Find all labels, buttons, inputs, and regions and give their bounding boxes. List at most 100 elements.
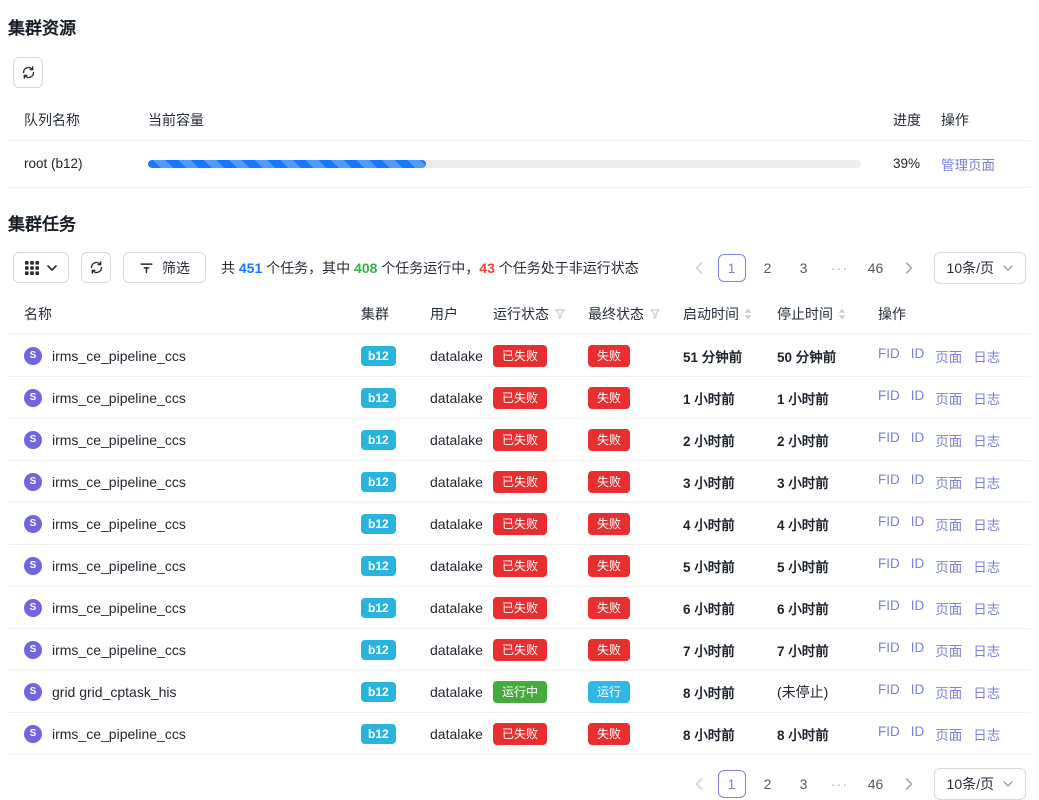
action-link-页面[interactable]: 页面 — [935, 472, 962, 492]
run-status-badge: 已失败 — [493, 639, 547, 661]
action-link-日志[interactable]: 日志 — [973, 472, 1000, 492]
filter-button[interactable]: 筛选 — [123, 252, 206, 283]
action-link-日志[interactable]: 日志 — [973, 556, 1000, 576]
cluster-badge: b12 — [361, 640, 396, 660]
start-time: 6 小时前 — [667, 587, 761, 629]
pagination-page-1[interactable]: 1 — [718, 770, 746, 798]
tasks-table: 名称 集群 用户 运行状态 最终状态 — [8, 295, 1031, 756]
action-link-页面[interactable]: 页面 — [935, 556, 962, 576]
action-link-日志[interactable]: 日志 — [973, 598, 1000, 618]
action-link-日志[interactable]: 日志 — [973, 514, 1000, 534]
action-link-页面[interactable]: 页面 — [935, 598, 962, 618]
pagination-page-46[interactable]: 46 — [862, 770, 890, 798]
stop-time: 5 小时前 — [761, 545, 862, 587]
action-link-页面[interactable]: 页面 — [935, 724, 962, 744]
table-row: S irms_ce_pipeline_ccs b12 datalake 已失败 … — [8, 545, 1031, 587]
row-actions: FID ID 页面日志 — [878, 640, 1027, 660]
action-link-页面[interactable]: 页面 — [935, 430, 962, 450]
action-link-fid[interactable]: FID — [878, 556, 900, 576]
action-link-fid[interactable]: FID — [878, 682, 900, 702]
action-link-id[interactable]: ID — [911, 388, 925, 408]
action-link-页面[interactable]: 页面 — [935, 514, 962, 534]
stop-time: 8 小时前 — [761, 713, 862, 755]
table-row: S irms_ce_pipeline_ccs b12 datalake 已失败 … — [8, 713, 1031, 755]
pagination-ellipsis: ··· — [826, 254, 854, 282]
table-row: S irms_ce_pipeline_ccs b12 datalake 已失败 … — [8, 587, 1031, 629]
action-link-页面[interactable]: 页面 — [935, 346, 962, 366]
stop-time: 6 小时前 — [761, 587, 862, 629]
action-link-fid[interactable]: FID — [878, 346, 900, 366]
task-name: irms_ce_pipeline_ccs — [52, 516, 186, 532]
pagination-page-46[interactable]: 46 — [862, 254, 890, 282]
avatar: S — [24, 557, 42, 575]
row-actions: FID ID 页面日志 — [878, 472, 1027, 492]
pagination-page-2[interactable]: 2 — [754, 254, 782, 282]
pagination-next-button[interactable] — [898, 254, 920, 282]
sort-icon[interactable] — [744, 308, 752, 320]
final-status-badge: 失败 — [588, 639, 630, 661]
refresh-resources-button[interactable] — [13, 57, 43, 88]
user-cell: datalake — [414, 545, 477, 587]
pagination-page-1[interactable]: 1 — [718, 254, 746, 282]
sort-icon[interactable] — [838, 308, 846, 320]
row-actions: FID ID 页面日志 — [878, 430, 1027, 450]
page-size-select[interactable]: 10条/页 — [934, 768, 1026, 800]
user-cell: datalake — [414, 629, 477, 671]
start-time: 8 小时前 — [667, 671, 761, 713]
pagination-prev-button[interactable] — [688, 770, 710, 798]
action-link-fid[interactable]: FID — [878, 640, 900, 660]
user-cell: datalake — [414, 713, 477, 755]
action-link-fid[interactable]: FID — [878, 472, 900, 492]
task-name: grid grid_cptask_his — [52, 684, 177, 700]
refresh-tasks-button[interactable] — [81, 252, 111, 283]
action-link-id[interactable]: ID — [911, 598, 925, 618]
action-link-id[interactable]: ID — [911, 682, 925, 702]
action-link-fid[interactable]: FID — [878, 724, 900, 744]
pagination-ellipsis: ··· — [826, 770, 854, 798]
action-link-id[interactable]: ID — [911, 514, 925, 534]
action-link-id[interactable]: ID — [911, 640, 925, 660]
filter-funnel-icon[interactable] — [554, 308, 566, 320]
avatar: S — [24, 515, 42, 533]
filter-lines-icon — [139, 260, 154, 275]
action-link-日志[interactable]: 日志 — [973, 346, 1000, 366]
action-link-日志[interactable]: 日志 — [973, 682, 1000, 702]
col-header-run-status[interactable]: 运行状态 — [477, 295, 572, 335]
action-link-fid[interactable]: FID — [878, 430, 900, 450]
queue-name: root (b12) — [8, 140, 132, 187]
pagination-page-3[interactable]: 3 — [790, 770, 818, 798]
action-link-id[interactable]: ID — [911, 472, 925, 492]
action-link-id[interactable]: ID — [911, 346, 925, 366]
page-size-select[interactable]: 10条/页 — [934, 252, 1026, 284]
pagination-page-3[interactable]: 3 — [790, 254, 818, 282]
filter-funnel-icon[interactable] — [649, 308, 661, 320]
col-header-start-time[interactable]: 启动时间 — [667, 295, 761, 335]
action-link-日志[interactable]: 日志 — [973, 640, 1000, 660]
action-link-fid[interactable]: FID — [878, 388, 900, 408]
pagination-next-button[interactable] — [898, 770, 920, 798]
action-link-id[interactable]: ID — [911, 724, 925, 744]
table-row: S irms_ce_pipeline_ccs b12 datalake 已失败 … — [8, 419, 1031, 461]
action-link-页面[interactable]: 页面 — [935, 682, 962, 702]
cluster-badge: b12 — [361, 346, 396, 366]
action-link-id[interactable]: ID — [911, 430, 925, 450]
start-time: 7 小时前 — [667, 629, 761, 671]
action-link-日志[interactable]: 日志 — [973, 724, 1000, 744]
col-header-stop-time[interactable]: 停止时间 — [761, 295, 862, 335]
pagination-prev-button[interactable] — [688, 254, 710, 282]
action-link-日志[interactable]: 日志 — [973, 430, 1000, 450]
run-status-badge: 运行中 — [493, 681, 547, 703]
action-link-id[interactable]: ID — [911, 556, 925, 576]
col-header-progress: 进度 — [877, 100, 925, 140]
manage-page-link[interactable]: 管理页面 — [941, 158, 995, 173]
avatar: S — [24, 347, 42, 365]
pagination-page-2[interactable]: 2 — [754, 770, 782, 798]
action-link-fid[interactable]: FID — [878, 514, 900, 534]
action-link-页面[interactable]: 页面 — [935, 388, 962, 408]
task-name: irms_ce_pipeline_ccs — [52, 348, 186, 364]
action-link-fid[interactable]: FID — [878, 598, 900, 618]
column-settings-button[interactable] — [13, 252, 69, 283]
action-link-页面[interactable]: 页面 — [935, 640, 962, 660]
col-header-final-status[interactable]: 最终状态 — [572, 295, 667, 335]
action-link-日志[interactable]: 日志 — [973, 388, 1000, 408]
